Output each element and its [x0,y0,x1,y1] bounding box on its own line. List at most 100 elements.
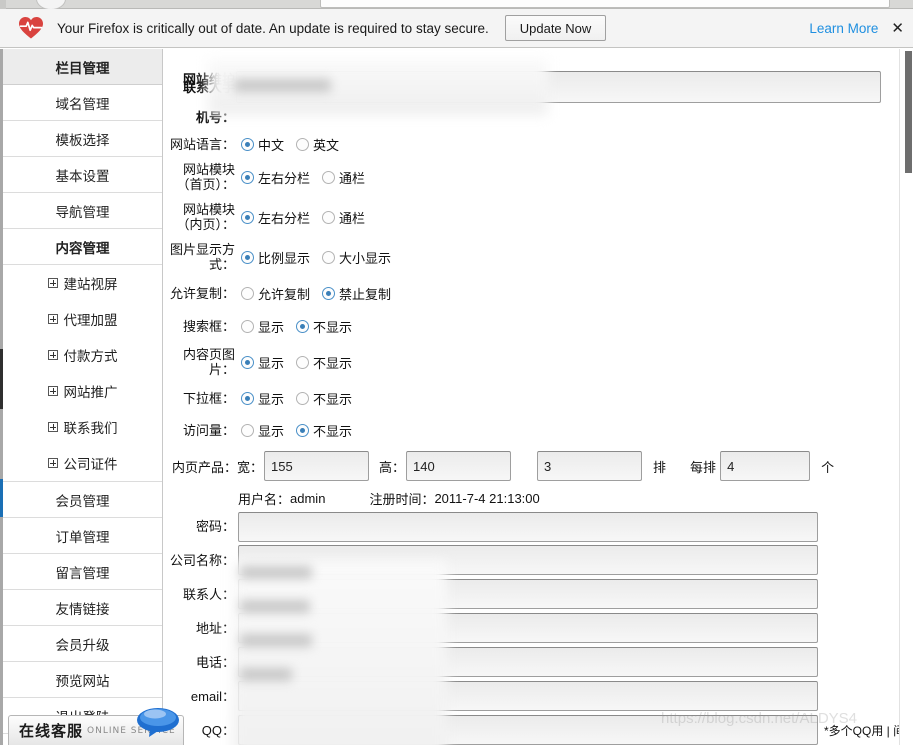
expand-plus-icon[interactable] [47,458,58,468]
dropdown-box-radio-hide[interactable] [296,391,310,405]
sidebar-item-content-management[interactable]: 内容管理 [3,229,162,265]
search-box-option-hide: 不显示 [313,319,353,335]
sidebar-item-column-management[interactable]: 栏目管理 [3,49,162,85]
content-image-option-hide: 不显示 [313,355,353,371]
sidebar-item-company-certificates[interactable]: 公司证件 [3,445,162,481]
content-image-radio-hide[interactable] [296,355,310,369]
register-time-value: 2011-7-4 21:13:00 [434,490,540,506]
inner-product-width-input[interactable] [264,451,370,481]
update-now-button[interactable]: Update Now [504,15,607,41]
expand-plus-icon[interactable] [47,350,58,360]
dropdown-box-radio-show[interactable] [241,391,254,405]
module-home-label-line1: 网站模块 [182,162,235,177]
content-image-radio-show[interactable] [241,355,254,369]
expand-plus-icon[interactable] [47,278,58,288]
notification-actions: Learn More ✕ [809,21,904,36]
email-label: email： [190,688,235,704]
site-language-radio-chinese[interactable] [241,137,254,151]
row-company-name: 公司名称： [164,543,899,577]
dropdown-box-option-hide: 不显示 [313,391,353,407]
content-image-label-line1: 内容页图 [182,347,235,362]
image-display-option-size: 大小显示 [339,250,392,266]
image-display-radio-size[interactable] [322,250,336,264]
learn-more-link[interactable]: Learn More [809,21,878,36]
tabstrip-edge [0,0,6,9]
expand-plus-icon[interactable] [47,314,58,324]
qq-input[interactable] [238,715,818,745]
sidebar-item-navigation-management[interactable]: 导航管理 [3,193,162,229]
url-bar[interactable] [320,0,890,8]
expand-plus-icon[interactable] [47,422,58,432]
firefox-update-notification-bar: Your Firefox is critically out of date. … [0,9,913,48]
allow-copy-radio-allow[interactable] [241,287,254,300]
company-name-input[interactable] [238,545,818,575]
module-home-radio-full[interactable] [322,170,336,184]
search-box-radio-hide[interactable] [296,319,310,333]
expand-plus-icon[interactable] [47,386,58,396]
allow-copy-radio-forbid[interactable] [322,287,336,300]
sidebar-item-site-promotion[interactable]: 网站推广 [3,373,162,409]
sidebar-item-label: 内容管理 [55,240,110,256]
browser-chrome [0,0,913,10]
sidebar-item-label: 联系我们 [63,421,118,436]
allow-copy-option-forbid: 禁止复制 [339,287,392,302]
sidebar-item-message-management[interactable]: 留言管理 [3,554,162,590]
search-box-radio-show[interactable] [241,319,254,333]
sidebar-item-preview-site[interactable]: 预览网站 [3,662,162,698]
password-input[interactable] [238,511,818,542]
module-inner-label-line1: 网站模块 [182,202,235,217]
row-allow-copy: 允许复制： 允许复制 禁止复制 [164,277,899,310]
email-input[interactable] [238,681,818,711]
row-password: 密码： [164,510,899,543]
sidebar-item-domain-management[interactable]: 域名管理 [3,85,162,121]
visits-radio-hide[interactable] [296,423,310,437]
sidebar-item-payment-method[interactable]: 付款方式 [3,337,162,373]
module-home-radio-split[interactable] [241,170,254,184]
phone-input[interactable] [238,647,818,677]
site-language-radio-english[interactable] [296,137,310,151]
register-time-label: 注册时间： [369,491,435,507]
sidebar-item-contact-us[interactable]: 联系我们 [3,409,162,445]
close-icon[interactable]: ✕ [891,21,904,36]
search-box-option-show: 显示 [258,319,285,335]
inner-product-label: 内页产品： [171,459,237,475]
row-account-info: 用户名： admin 注册时间： 2011-7-4 21:13:00 [164,486,899,510]
inner-product-height-label: 高： [379,459,406,475]
row-contact-mobile-line2: 机号： [164,103,899,131]
address-input[interactable] [238,613,818,643]
sidebar-item-member-management[interactable]: 会员管理 [3,482,162,518]
page-scrollbar-thumb[interactable] [905,51,912,173]
sidebar-item-label: 会员升级 [55,637,110,653]
sidebar-item-friendly-links[interactable]: 友情链接 [3,590,162,626]
row-content-image: 内容页图 片： 显示 不显示 [164,342,899,382]
module-home-label-line2: （首页）： [176,177,235,192]
inner-product-per-row-label: 每排 [690,459,717,475]
contact-mobile-label-line2: 机号： [195,109,235,125]
inner-product-per-row-input[interactable] [720,451,811,481]
sidebar-item-basic-settings[interactable]: 基本设置 [3,157,162,193]
sidebar-item-label: 代理加盟 [63,313,118,328]
sidebar-item-member-upgrade[interactable]: 会员升级 [3,626,162,662]
image-display-radio-ratio[interactable] [241,250,254,264]
image-display-label: 图片显示方 式： [164,242,236,272]
inner-product-height-input[interactable] [406,451,512,481]
page-scrollbar-track[interactable] [899,49,913,745]
sidebar-item-agent-join[interactable]: 代理加盟 [3,301,162,337]
sidebar-item-template-selection[interactable]: 模板选择 [3,121,162,157]
sidebar-item-order-management[interactable]: 订单管理 [3,518,162,554]
phone-label: 电话： [195,654,235,670]
visits-radio-show[interactable] [241,423,254,437]
address-label: 地址： [195,620,235,636]
module-inner-radio-full[interactable] [322,210,336,224]
sidebar-item-site-screen[interactable]: 建站视屏 [3,265,162,301]
sidebar-subnav-group: 建站视屏 代理加盟 付款方式 网站推广 联系我们 公司证件 [3,265,162,482]
module-inner-option-split: 左右分栏 [258,210,311,226]
online-service-subtitle: ONLINE SERVICE [87,725,176,736]
contact-person-input[interactable] [238,579,818,609]
contact-mobile-input[interactable] [236,71,881,103]
row-image-display: 图片显示方 式： 比例显示 大小显示 [164,237,899,277]
online-service-widget[interactable]: 在线客服 ONLINE SERVICE [8,715,184,745]
sidebar-item-label: 导航管理 [55,204,110,220]
module-inner-radio-split[interactable] [241,210,254,224]
inner-product-rows-input[interactable] [537,451,643,481]
